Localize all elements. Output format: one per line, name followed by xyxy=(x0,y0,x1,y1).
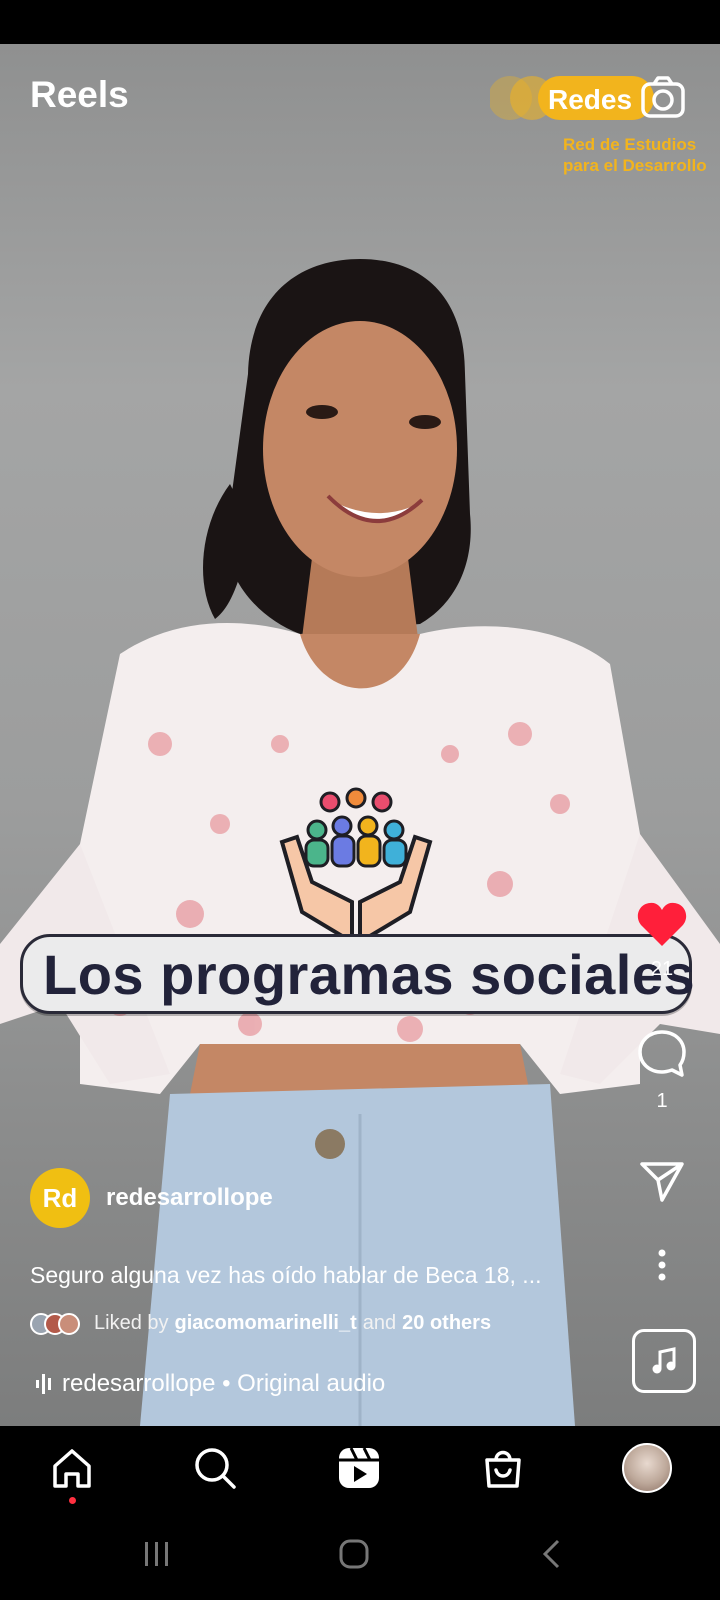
audio-thumbnail-button[interactable] xyxy=(632,1329,696,1393)
liked-by-row[interactable]: Liked by giacomomarinelli_t and 20 other… xyxy=(30,1312,491,1335)
brand-subtitle-line2: para el Desarrollo xyxy=(563,156,707,175)
music-note-icon xyxy=(652,1347,676,1374)
audio-wave-icon xyxy=(36,1374,51,1394)
system-navigation-bar xyxy=(0,1508,720,1600)
liked-user[interactable]: giacomomarinelli_t xyxy=(175,1312,357,1335)
post-caption[interactable]: Seguro alguna vez has oído hablar de Bec… xyxy=(30,1262,541,1289)
like-button[interactable]: 21 xyxy=(622,900,702,981)
liked-others[interactable]: 20 others xyxy=(402,1312,491,1335)
more-vertical-icon xyxy=(658,1249,666,1281)
video-caption-pill: Los programas sociales xyxy=(20,934,696,1014)
shop-icon xyxy=(485,1450,521,1488)
nav-reels[interactable] xyxy=(331,1440,387,1496)
send-icon xyxy=(640,1162,684,1202)
like-count: 21 xyxy=(650,958,674,980)
brand-subtitle: Red de Estudios para el Desarrollo xyxy=(563,134,707,176)
nav-home[interactable] xyxy=(44,1440,100,1496)
page-title: Reels xyxy=(30,74,129,115)
nav-search[interactable] xyxy=(187,1440,243,1496)
heart-icon xyxy=(637,902,687,946)
author-avatar[interactable]: Rd xyxy=(30,1168,90,1228)
liked-by-avatars xyxy=(30,1312,80,1335)
liked-prefix: Liked by xyxy=(94,1312,169,1334)
liked-and: and xyxy=(362,1312,397,1334)
recent-apps-icon xyxy=(145,1542,168,1566)
comment-icon xyxy=(638,1030,686,1077)
profile-avatar xyxy=(622,1443,672,1493)
recent-apps-button[interactable] xyxy=(137,1534,177,1574)
comment-button[interactable]: 1 xyxy=(622,1028,702,1113)
home-system-icon xyxy=(339,1539,369,1569)
audio-label: redesarrollope • Original audio xyxy=(62,1370,386,1397)
comment-count: 1 xyxy=(656,1090,668,1112)
home-active-dot xyxy=(69,1497,76,1504)
back-button[interactable] xyxy=(532,1534,572,1574)
video-caption-text: Los programas sociales xyxy=(43,942,696,1006)
back-icon xyxy=(542,1539,560,1569)
liker-avatar xyxy=(58,1312,80,1335)
author-username[interactable]: redesarrollope xyxy=(106,1184,273,1212)
nav-shop[interactable] xyxy=(475,1440,531,1496)
bottom-navigation xyxy=(0,1426,720,1508)
home-system-button[interactable] xyxy=(334,1534,374,1574)
brand-subtitle-line1: Red de Estudios xyxy=(563,135,697,154)
audio-attribution[interactable]: redesarrollope • Original audio xyxy=(36,1370,385,1398)
reels-icon xyxy=(339,1447,379,1488)
status-bar xyxy=(0,0,720,44)
brand-logo-text: Redes xyxy=(548,84,632,115)
more-options-button[interactable] xyxy=(622,1248,702,1282)
social-programs-illustration xyxy=(279,787,433,944)
brand-logo: Redes xyxy=(490,76,654,120)
nav-profile[interactable] xyxy=(619,1440,675,1496)
home-icon xyxy=(53,1449,91,1488)
share-button[interactable] xyxy=(622,1160,702,1204)
author-row[interactable]: Rd redesarrollope xyxy=(30,1168,273,1228)
search-icon xyxy=(195,1448,236,1489)
camera-icon[interactable] xyxy=(640,74,686,120)
